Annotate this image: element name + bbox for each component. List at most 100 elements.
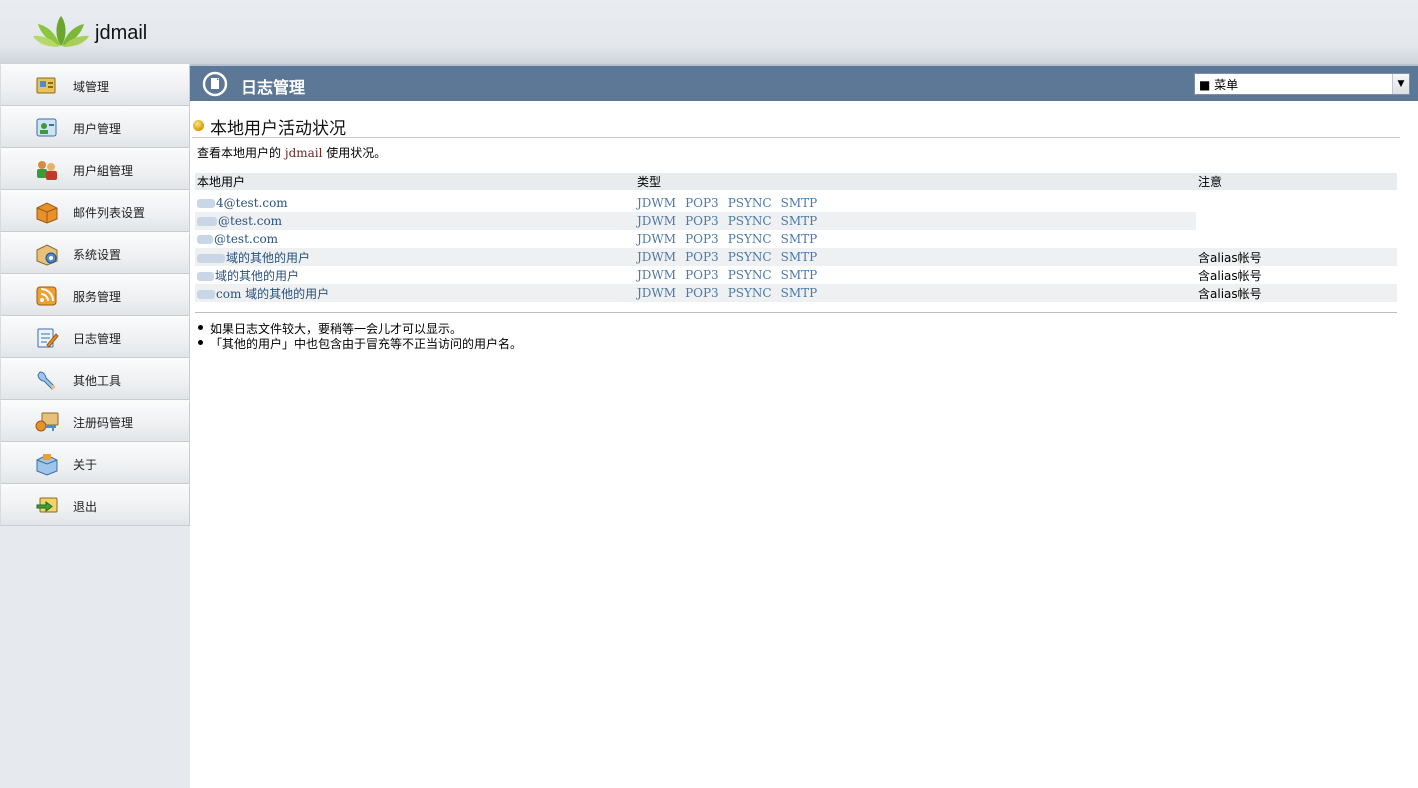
sidebar-item-services[interactable]: 服务管理 (0, 274, 190, 316)
type-link-jdwm[interactable]: JDWM (637, 214, 676, 228)
sidebar-item-label: 注册码管理 (73, 416, 134, 430)
title-bar: 日志管理 ■ 菜单 ▼ (190, 64, 1418, 101)
type-link-psync[interactable]: PSYNC (728, 232, 772, 246)
desc-prefix: 查看本地用户的 (197, 146, 282, 160)
type-link-jdwm[interactable]: JDWM (637, 286, 676, 300)
type-link-psync[interactable]: PSYNC (728, 196, 772, 210)
table-row: com 域的其他的用户 JDWM POP3 PSYNC SMTP 含alias帐号 (195, 284, 1397, 302)
bullet-dot-icon (193, 120, 204, 131)
user-icon (36, 118, 57, 137)
row-note (1196, 230, 1397, 248)
desc-suffix: 使用状况。 (326, 146, 387, 160)
type-link-pop3[interactable]: POP3 (685, 286, 719, 300)
type-link-psync[interactable]: PSYNC (728, 286, 772, 300)
user-link[interactable]: 4@test.com (197, 196, 288, 210)
table-row: @test.com JDWM POP3 PSYNC SMTP (195, 230, 1397, 248)
desc-brand: jdmail (284, 146, 323, 160)
menu-dropdown[interactable]: ■ 菜单 ▼ (1194, 73, 1410, 95)
sidebar-item-logs[interactable]: 日志管理 (0, 316, 190, 358)
type-link-smtp[interactable]: SMTP (781, 232, 818, 246)
section-header: 本地用户活动状况 (192, 112, 1400, 139)
row-note: 含alias帐号 (1196, 248, 1397, 266)
user-link[interactable]: 域的其他的用户 (197, 251, 310, 265)
main-content: 日志管理 ■ 菜单 ▼ 本地用户活动状况 查看本地用户的 jdmail 使用状况… (190, 64, 1418, 788)
type-link-smtp[interactable]: SMTP (781, 250, 818, 264)
sidebar-item-label: 日志管理 (73, 332, 122, 346)
user-link[interactable]: 域的其他的用户 (197, 269, 299, 283)
about-icon (36, 454, 58, 476)
sidebar-item-user-groups[interactable]: 用户組管理 (0, 148, 190, 190)
type-link-jdwm[interactable]: JDWM (637, 196, 676, 210)
sidebar-item-tools[interactable]: 其他工具 (0, 358, 190, 400)
sidebar-item-mailing-list[interactable]: 邮件列表设置 (0, 190, 190, 232)
sidebar-item-label: 其他工具 (73, 374, 122, 388)
type-link-jdwm[interactable]: JDWM (637, 232, 676, 246)
type-link-smtp[interactable]: SMTP (781, 196, 818, 210)
sidebar-item-about[interactable]: 关于 (0, 442, 190, 484)
type-link-smtp[interactable]: SMTP (781, 268, 818, 282)
type-link-pop3[interactable]: POP3 (685, 250, 719, 264)
section-title: 本地用户活动状况 (210, 119, 346, 139)
divider (195, 312, 1397, 313)
sidebar-item-users[interactable]: 用户管理 (0, 106, 190, 148)
type-link-smtp[interactable]: SMTP (781, 214, 818, 228)
row-note: 含alias帐号 (1198, 268, 1262, 283)
table-row: 4@test.com JDWM POP3 PSYNC SMTP (195, 194, 1397, 212)
brand-name: jdmail (95, 22, 148, 44)
license-key-icon (35, 412, 59, 432)
log-icon (37, 328, 59, 348)
type-link-psync[interactable]: PSYNC (728, 268, 772, 282)
table-row: 域的其他的用户 JDWM POP3 PSYNC SMTP 含alias帐号 (195, 266, 1397, 284)
service-icon (36, 286, 57, 306)
sidebar: 域管理 用户管理 用户組管理 邮件列表设置 系统设置 服务管理 日志管理 其他工… (0, 64, 190, 788)
type-link-psync[interactable]: PSYNC (728, 250, 772, 264)
sidebar-item-label: 关于 (73, 458, 98, 472)
column-header-type: 类型 (635, 173, 1196, 190)
column-header-note: 注意 (1196, 173, 1397, 190)
sidebar-item-label: 用户管理 (73, 122, 122, 136)
table-header-row: 本地用户 类型 注意 (195, 173, 1397, 190)
user-link[interactable]: @test.com (197, 214, 282, 228)
domain-icon (36, 77, 56, 94)
sidebar-item-license[interactable]: 注册码管理 (0, 400, 190, 442)
log-page-icon (202, 71, 228, 97)
sidebar-item-label: 服务管理 (73, 290, 122, 304)
menu-dropdown-value: ■ 菜单 (1199, 77, 1239, 92)
type-link-pop3[interactable]: POP3 (685, 268, 719, 282)
page-title: 日志管理 (241, 78, 306, 97)
type-link-pop3[interactable]: POP3 (685, 196, 719, 210)
system-settings-icon (36, 244, 58, 266)
list-item: 如果日志文件较大，要稍等一会儿才可以显示。 (198, 320, 522, 336)
sidebar-item-label: 用户組管理 (73, 164, 134, 178)
sidebar-item-label: 邮件列表设置 (73, 206, 146, 220)
row-note (1196, 212, 1397, 230)
tools-icon (37, 371, 55, 390)
sidebar-item-domain[interactable]: 域管理 (0, 64, 190, 106)
sidebar-item-logout[interactable]: 退出 (0, 484, 190, 526)
leaf-logo-icon (33, 16, 89, 47)
sidebar-item-label: 域管理 (73, 80, 110, 94)
tips-list: 如果日志文件较大，要稍等一会儿才可以显示。 「其他的用户」中也包含由于冒充等不正… (198, 320, 522, 351)
user-link[interactable]: @test.com (197, 232, 278, 246)
type-link-psync[interactable]: PSYNC (728, 214, 772, 228)
chevron-down-icon[interactable]: ▼ (1392, 74, 1409, 94)
type-link-jdwm[interactable]: JDWM (637, 268, 676, 282)
top-header: jdmail (0, 0, 1418, 64)
type-link-pop3[interactable]: POP3 (685, 214, 719, 228)
sidebar-item-label: 系统设置 (73, 248, 122, 262)
row-note: 含alias帐号 (1196, 284, 1397, 302)
table-row: @test.com JDWM POP3 PSYNC SMTP (195, 212, 1397, 230)
type-link-smtp[interactable]: SMTP (781, 286, 818, 300)
type-link-jdwm[interactable]: JDWM (637, 250, 676, 264)
table-row: 域的其他的用户 JDWM POP3 PSYNC SMTP 含alias帐号 (195, 248, 1397, 266)
user-group-icon (37, 161, 57, 180)
column-header-user: 本地用户 (195, 173, 635, 190)
section-description: 查看本地用户的 jdmail 使用状况。 (197, 144, 386, 161)
row-note (1196, 194, 1397, 212)
sidebar-item-system-settings[interactable]: 系统设置 (0, 232, 190, 274)
sidebar-item-label: 退出 (73, 500, 98, 514)
user-link[interactable]: com 域的其他的用户 (197, 287, 329, 301)
list-item: 「其他的用户」中也包含由于冒充等不正当访问的用户名。 (198, 335, 522, 351)
type-link-pop3[interactable]: POP3 (685, 232, 719, 246)
mailing-list-icon (36, 202, 58, 224)
